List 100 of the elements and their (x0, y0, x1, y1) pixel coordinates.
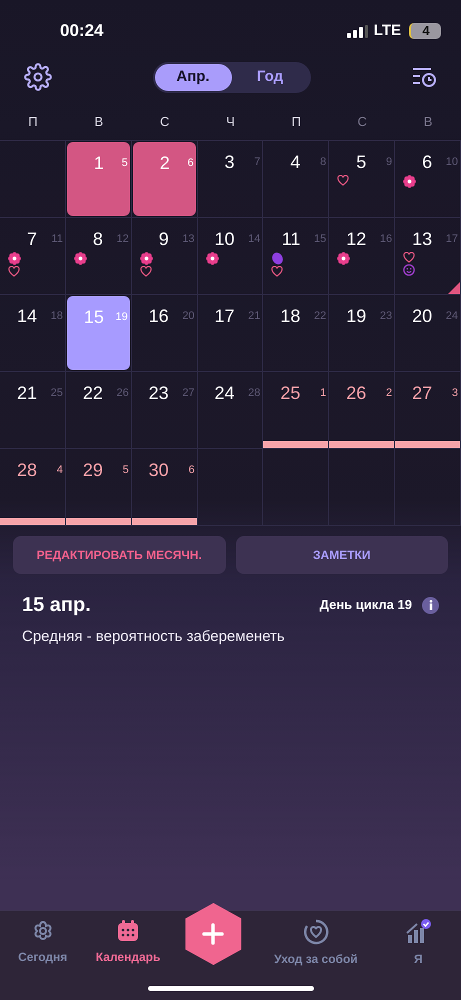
cycle-day-number: 28 (248, 386, 262, 401)
cycle-day-number: 21 (248, 309, 262, 324)
calendar-day[interactable]: 5 9 (329, 141, 394, 217)
cycle-day-number: 16 (380, 232, 394, 247)
cycle-day-number: 6 (187, 156, 195, 171)
calendar-day[interactable]: 22 26 (66, 372, 131, 448)
day-number: 23 (148, 382, 170, 404)
cycle-day-number: 5 (122, 156, 129, 171)
day-number: 19 (345, 305, 368, 327)
view-tab[interactable]: Апр. (154, 64, 232, 90)
nav-tab[interactable]: Календарь (85, 919, 171, 966)
flower-icon (140, 252, 153, 265)
heart-icon (337, 175, 350, 186)
cycle-day-number: 11 (51, 232, 64, 247)
selected-date: 15 апр. (22, 593, 91, 618)
info-icon[interactable] (422, 596, 439, 614)
fertility-description: Средняя - вероятность забеременеть (21, 627, 286, 647)
cycle-day-number: 4 (56, 463, 64, 478)
calendar-day[interactable]: 30 6 (132, 449, 197, 525)
day-number: 25 (279, 382, 302, 404)
calendar-day[interactable]: 3 7 (198, 141, 262, 217)
weekday-label: В (93, 113, 104, 132)
cycle-day-number: 17 (446, 232, 459, 247)
calendar-day[interactable]: 10 14 (198, 218, 262, 294)
calendar-day[interactable]: 6 10 (395, 141, 460, 217)
cycle-day-number: 2 (386, 386, 394, 401)
calendar-day[interactable]: 24 28 (198, 372, 262, 448)
heart-ring-icon (302, 919, 329, 945)
day-number: 5 (355, 151, 368, 173)
calendar-day[interactable]: 1 5 (66, 142, 130, 216)
day-number: 7 (26, 228, 38, 250)
calendar-day[interactable]: 4 8 (263, 141, 328, 217)
flower-icon (8, 252, 21, 265)
heart-icon (8, 266, 20, 277)
calendar-day[interactable]: 21 25 (0, 372, 65, 448)
day-number: 13 (411, 228, 434, 250)
day-number: 4 (289, 151, 302, 173)
cycle-day-number: 20 (182, 309, 196, 324)
heart-icon (271, 266, 284, 277)
day-number: 9 (158, 228, 170, 250)
calendar-day[interactable]: 26 2 (329, 372, 394, 448)
calendar-icon (116, 919, 140, 943)
nav-tab[interactable]: Я (376, 919, 461, 968)
weekday-label: П (27, 113, 39, 132)
cycle-day-number: 15 (314, 232, 328, 247)
cycle-day-number: 1 (320, 386, 328, 401)
calendar-day[interactable]: 17 21 (198, 295, 262, 371)
calendar-day[interactable]: 12 16 (329, 218, 394, 294)
calendar-day[interactable]: 8 12 (66, 218, 131, 294)
weekday-label: П (290, 113, 302, 132)
calendar-day[interactable]: 27 3 (395, 372, 460, 448)
settings-icon[interactable] (24, 63, 52, 91)
battery-indicator: 4 (409, 23, 441, 39)
day-number: 21 (16, 382, 38, 404)
nav-tab[interactable]: Сегодня (0, 919, 86, 966)
cycle-day-number: 12 (116, 232, 130, 247)
calendar-day[interactable]: 13 17 (395, 218, 460, 294)
notes-button[interactable]: ЗАМЕТКИ (236, 536, 448, 574)
cycle-day-number: 27 (182, 386, 196, 401)
calendar-day[interactable]: 25 1 (263, 372, 328, 448)
calendar-day[interactable]: 2 6 (132, 142, 196, 216)
heart-icon (140, 266, 152, 277)
list-clock-icon[interactable] (411, 65, 437, 89)
calendar-day[interactable]: 19 23 (329, 295, 394, 371)
day-number: 12 (345, 228, 368, 250)
cycle-day-number: 19 (115, 310, 129, 325)
calendar-day[interactable]: 14 18 (0, 295, 65, 371)
calendar-day[interactable]: 9 13 (132, 218, 197, 294)
flower-icon (74, 252, 87, 265)
view-tab[interactable]: Год (232, 64, 308, 90)
day-number: 2 (158, 152, 171, 174)
weekday-label: С (356, 113, 368, 132)
calendar-day[interactable]: 20 24 (395, 295, 460, 371)
calendar-day[interactable]: 23 27 (132, 372, 197, 448)
edit-period-button[interactable]: РЕДАКТИРОВАТЬ МЕСЯЧН. (13, 536, 226, 574)
cycle-day-number: 14 (248, 232, 262, 247)
day-number: 8 (92, 228, 104, 250)
calendar-day[interactable]: 18 22 (263, 295, 328, 371)
status-time: 00:24 (60, 20, 104, 42)
calendar-day[interactable]: 7 11 (0, 218, 65, 294)
cycle-day-label: День цикла 19 (320, 596, 412, 614)
day-number: 20 (411, 305, 434, 327)
calendar-day[interactable]: 28 4 (0, 449, 65, 525)
calendar-day[interactable]: 16 20 (132, 295, 197, 371)
day-number: 17 (214, 305, 236, 327)
calendar-day[interactable]: 29 5 (66, 449, 131, 525)
calendar-day[interactable]: 11 15 (263, 218, 328, 294)
day-number: 27 (411, 382, 434, 404)
network-label: LTE (374, 20, 401, 41)
day-number: 18 (279, 305, 302, 327)
cycle-day-number: 25 (50, 386, 64, 401)
cycle-day-number: 26 (116, 386, 130, 401)
cycle-day-number: 18 (50, 309, 64, 324)
cycle-day-number: 22 (314, 309, 328, 324)
cycle-day-number: 8 (320, 155, 328, 170)
day-number: 14 (16, 305, 38, 327)
nav-tab[interactable]: Уход за собой (256, 919, 376, 968)
cycle-day-number: 5 (122, 463, 130, 478)
day-number: 16 (148, 305, 170, 327)
cycle-day-number: 10 (446, 155, 459, 170)
